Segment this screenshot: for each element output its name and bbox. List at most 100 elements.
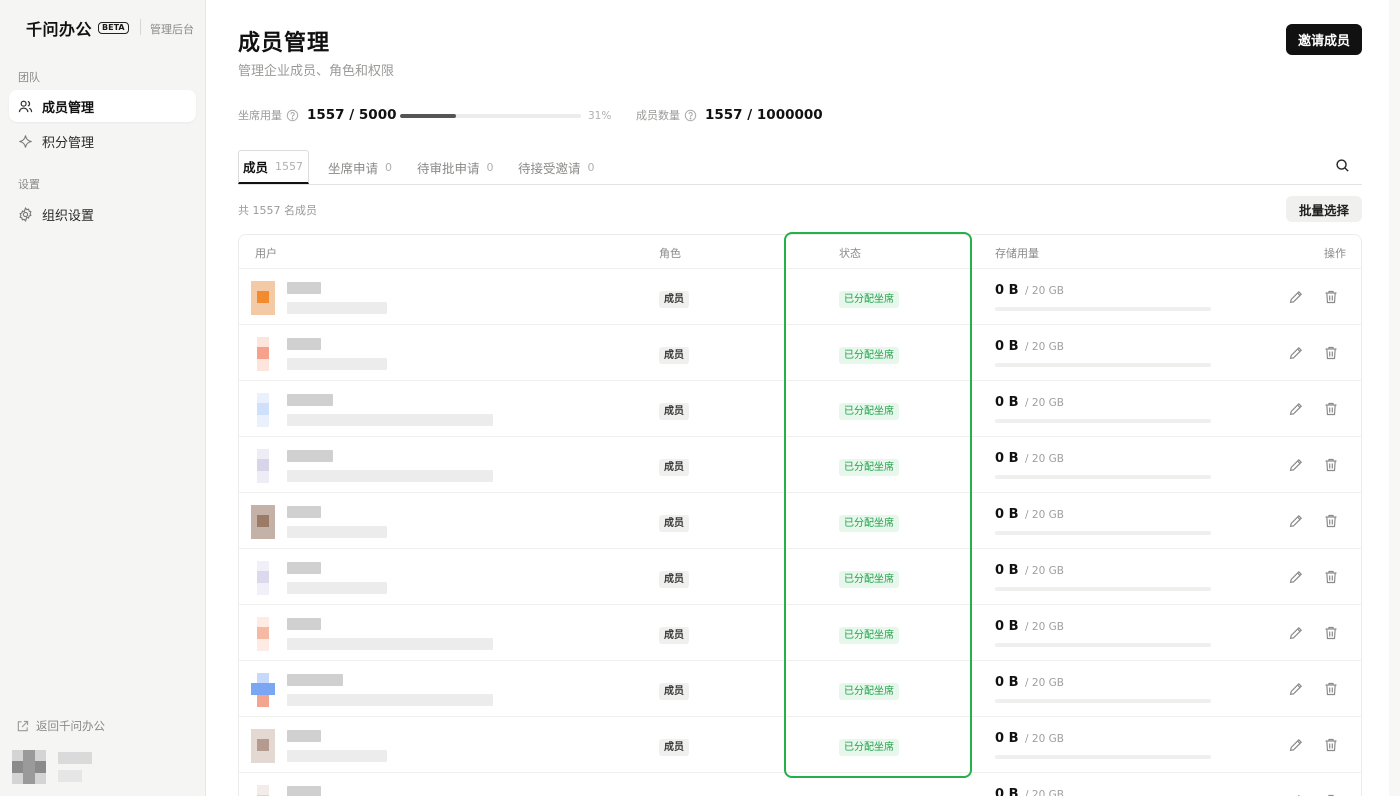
tab-pending-approval[interactable]: 待审批申请 0	[417, 150, 494, 184]
delete-button[interactable]	[1323, 625, 1339, 641]
table-row[interactable]: 成员 已分配坐席 0 B / 20 GB	[239, 381, 1361, 437]
role-badge: 成员	[659, 459, 689, 476]
edit-button[interactable]	[1288, 569, 1304, 585]
role-badge: 成员	[659, 515, 689, 532]
delete-button[interactable]	[1323, 401, 1339, 417]
storage-used: 0 B	[995, 395, 1019, 410]
sidebar-item-members[interactable]: 成员管理	[9, 90, 196, 122]
back-to-app-link[interactable]: 返回千问办公	[16, 718, 105, 734]
edit-button[interactable]	[1288, 625, 1304, 641]
tabs-divider	[238, 184, 1362, 185]
edit-icon	[1289, 346, 1303, 360]
delete-button[interactable]	[1323, 457, 1339, 473]
edit-icon	[1289, 626, 1303, 640]
delete-button[interactable]	[1323, 289, 1339, 305]
trash-icon	[1325, 514, 1337, 528]
sidebar-item-points[interactable]: 积分管理	[9, 125, 196, 157]
avatar	[12, 750, 46, 784]
status-badge: 已分配坐席	[839, 403, 899, 420]
user-name-blurred	[287, 786, 321, 796]
edit-button[interactable]	[1288, 457, 1304, 473]
storage-used: 0 B	[995, 283, 1019, 298]
storage-quota: / 20 GB	[1025, 733, 1064, 745]
storage-bar	[995, 699, 1211, 703]
storage-quota: / 20 GB	[1025, 453, 1064, 465]
table-row[interactable]: 成员 已分配坐席 0 B / 20 GB	[239, 325, 1361, 381]
delete-button[interactable]	[1323, 569, 1339, 585]
table-row[interactable]: 成员 已分配坐席 0 B / 20 GB	[239, 605, 1361, 661]
section-team-label: 团队	[18, 71, 40, 84]
edit-button[interactable]	[1288, 401, 1304, 417]
admin-label: 管理后台	[150, 23, 194, 36]
storage-bar	[995, 307, 1211, 311]
table-row[interactable]: 成员 已分配坐席 0 B / 20 GB	[239, 661, 1361, 717]
status-badge: 已分配坐席	[839, 571, 899, 588]
table-row[interactable]: 成员 已分配坐席 0 B / 20 GB	[239, 493, 1361, 549]
avatar	[251, 393, 275, 427]
delete-button[interactable]	[1323, 513, 1339, 529]
storage-used: 0 B	[995, 619, 1019, 634]
user-profile[interactable]	[12, 750, 92, 786]
search-icon	[1335, 158, 1349, 172]
total-members-label: 共 1557 名成员	[238, 204, 317, 217]
help-icon[interactable]	[684, 109, 697, 122]
people-icon	[18, 100, 33, 112]
delete-button[interactable]	[1323, 345, 1339, 361]
section-settings-label: 设置	[18, 178, 40, 191]
storage-quota: / 20 GB	[1025, 285, 1064, 297]
table-row[interactable]: 0 B / 20 GB	[239, 773, 1361, 796]
storage-quota: / 20 GB	[1025, 397, 1064, 409]
edit-icon	[1289, 290, 1303, 304]
column-header-user: 用户	[255, 247, 277, 260]
sidebar-item-org-settings[interactable]: 组织设置	[9, 198, 196, 230]
table-row[interactable]: 成员 已分配坐席 0 B / 20 GB	[239, 549, 1361, 605]
storage-used: 0 B	[995, 451, 1019, 466]
edit-icon	[1289, 458, 1303, 472]
tab-pending-invites[interactable]: 待接受邀请 0	[518, 150, 595, 184]
storage-used: 0 B	[995, 339, 1019, 354]
seat-usage-progress	[400, 114, 581, 118]
user-email-blurred	[287, 414, 493, 426]
invite-member-button[interactable]: 邀请成员	[1286, 24, 1362, 55]
brand[interactable]: 千问办公 BETA	[26, 18, 129, 39]
storage-quota: / 20 GB	[1025, 789, 1064, 796]
avatar	[251, 281, 275, 315]
edit-button[interactable]	[1288, 681, 1304, 697]
storage-bar	[995, 475, 1211, 479]
brand-name: 千问办公	[26, 20, 93, 39]
table-row[interactable]: 成员 已分配坐席 0 B / 20 GB	[239, 269, 1361, 325]
column-header-actions: 操作	[1324, 247, 1346, 260]
user-name-blurred	[287, 730, 321, 742]
tab-count: 1557	[275, 160, 304, 173]
storage-used: 0 B	[995, 731, 1019, 746]
delete-button[interactable]	[1323, 681, 1339, 697]
table-row[interactable]: 成员 已分配坐席 0 B / 20 GB	[239, 437, 1361, 493]
storage-usage: 0 B / 20 GB	[995, 563, 1064, 578]
user-email-blurred	[287, 694, 493, 706]
tab-seat-requests[interactable]: 坐席申请 0	[328, 150, 392, 184]
gear-icon	[19, 206, 32, 222]
tab-members[interactable]: 成员 1557	[238, 150, 310, 184]
storage-usage: 0 B / 20 GB	[995, 619, 1064, 634]
table-row[interactable]: 成员 已分配坐席 0 B / 20 GB	[239, 717, 1361, 773]
edit-button[interactable]	[1288, 345, 1304, 361]
trash-icon	[1325, 346, 1337, 360]
help-icon[interactable]	[286, 109, 299, 122]
trash-icon	[1325, 682, 1337, 696]
trash-icon	[1325, 290, 1337, 304]
delete-button[interactable]	[1323, 737, 1339, 753]
storage-usage: 0 B / 20 GB	[995, 507, 1064, 522]
scrollbar-track[interactable]	[1389, 0, 1400, 796]
search-button[interactable]	[1326, 150, 1358, 180]
user-email-blurred	[287, 302, 387, 314]
seat-usage-progress-fill	[400, 114, 457, 118]
user-name-blurred	[287, 394, 333, 406]
storage-usage: 0 B / 20 GB	[995, 451, 1064, 466]
edit-button[interactable]	[1288, 737, 1304, 753]
storage-quota: / 20 GB	[1025, 509, 1064, 521]
table-header: 用户 角色 状态 存储用量 操作	[239, 235, 1361, 269]
edit-button[interactable]	[1288, 513, 1304, 529]
storage-usage: 0 B / 20 GB	[995, 675, 1064, 690]
batch-select-button[interactable]: 批量选择	[1286, 196, 1362, 222]
edit-button[interactable]	[1288, 289, 1304, 305]
